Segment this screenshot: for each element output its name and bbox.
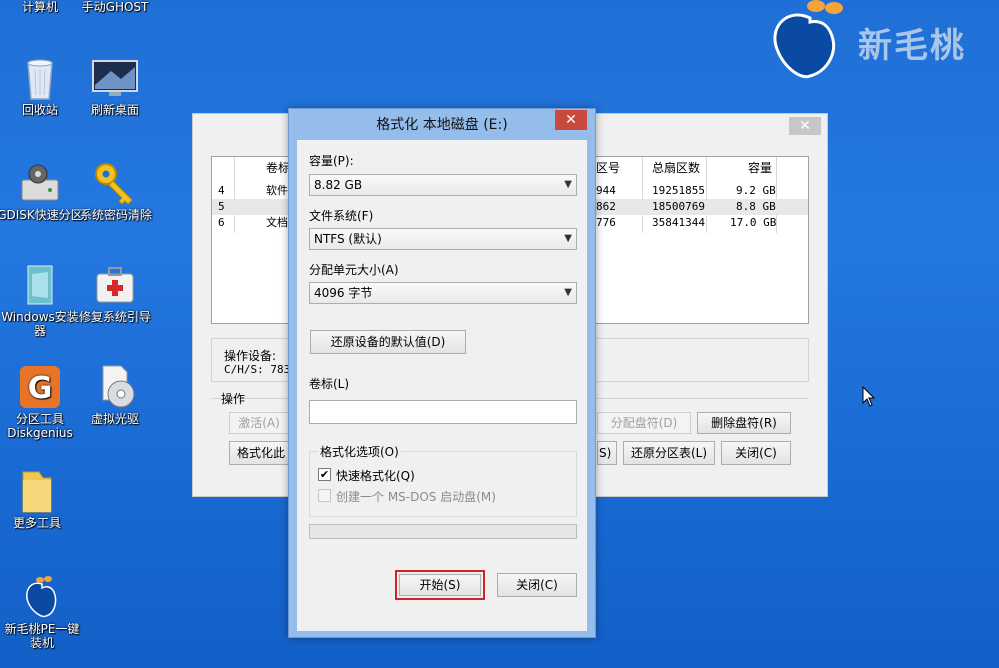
desktop-icon-label: 计算机 <box>21 0 58 14</box>
capacity-select[interactable]: 8.82 GB ▼ <box>309 174 577 196</box>
desktop-icon-gdisk[interactable]: GDISK快速分区 <box>0 160 83 222</box>
filesystem-select[interactable]: NTFS (默认) ▼ <box>309 228 577 250</box>
format-progress-bar <box>309 524 577 539</box>
restore-defaults-button[interactable]: 还原设备的默认值(D) <box>310 330 466 354</box>
row-sector: 776 <box>596 216 616 229</box>
row-total: 35841344 <box>652 216 705 229</box>
virtual-cd-icon <box>91 364 139 410</box>
row-number: 6 <box>218 216 225 229</box>
partial-button[interactable]: S) <box>597 441 617 465</box>
chevron-down-icon: ▼ <box>564 233 572 244</box>
desktop-icon-repair-boot[interactable]: 修复系统引导 <box>75 262 155 324</box>
bg-close-button[interactable]: ✕ <box>789 117 821 135</box>
key-icon <box>92 160 140 206</box>
desktop-icon-password[interactable]: 系统密码清除 <box>75 160 157 222</box>
desktop-icon-more-tools[interactable]: 更多工具 <box>0 468 77 530</box>
dialog-body: 容量(P): 8.82 GB ▼ 文件系统(F) NTFS (默认) ▼ 分配单… <box>297 140 587 631</box>
desktop-icon-virtual-drive[interactable]: 虚拟光驱 <box>75 364 155 426</box>
peach-brand-icon <box>773 0 843 79</box>
format-options-title: 格式化选项(O) <box>318 443 401 460</box>
row-size: 9.2 GB <box>736 184 776 197</box>
row-label: 文档 <box>266 216 288 229</box>
row-size: 17.0 GB <box>730 216 777 229</box>
allocation-label: 分配单元大小(A) <box>309 263 399 277</box>
row-number: 4 <box>218 184 225 197</box>
row-total: 18500769 <box>652 200 705 213</box>
desktop-icon-label: 修复系统引导 <box>78 310 151 324</box>
desktop-icon-label: 系统密码清除 <box>79 208 152 222</box>
folder-icon <box>13 468 61 514</box>
operations-label: 操作 <box>221 392 246 406</box>
format-dialog: 格式化 本地磁盘 (E:) ✕ 容量(P): 8.82 GB ▼ 文件系统(F)… <box>288 108 596 638</box>
device-label: 操作设备: <box>224 349 277 363</box>
mouse-cursor-icon <box>862 385 876 411</box>
format-partition-button[interactable]: 格式化此 <box>229 441 293 465</box>
monitor-icon <box>91 55 139 101</box>
header-volume-label[interactable]: 卷标 <box>266 157 290 179</box>
device-value: C/H/S: 7832 <box>224 363 297 376</box>
dialog-title: 格式化 本地磁盘 (E:) <box>376 117 508 133</box>
volume-label-label: 卷标(L) <box>309 377 350 391</box>
allocation-value: 4096 字节 <box>314 286 373 300</box>
desktop-icon-label: Windows安装器 <box>1 310 79 338</box>
disk-gear-icon <box>16 160 64 206</box>
row-sector: 862 <box>596 200 616 213</box>
recycle-bin-icon <box>16 55 64 101</box>
desktop-icon-label: 回收站 <box>21 103 58 117</box>
restore-partition-table-button[interactable]: 还原分区表(L) <box>623 441 715 465</box>
delete-letter-button[interactable]: 删除盘符(R) <box>697 412 791 434</box>
desktop-icon-label: 刷新桌面 <box>90 103 139 117</box>
chevron-down-icon: ▼ <box>564 287 572 298</box>
format-options-group: 格式化选项(O) ✔ 快速格式化(Q) 创建一个 MS-DOS 启动盘(M) <box>309 443 577 517</box>
desktop-icon-label: 手动GHOST <box>81 0 149 14</box>
desktop-icon-windows-installer[interactable]: Windows安装器 <box>0 262 80 338</box>
msdos-checkbox[interactable] <box>318 489 331 502</box>
brand-logo: 新毛桃 <box>770 0 995 82</box>
desktop-icon-label: 更多工具 <box>12 516 61 530</box>
quick-format-label: 快速格式化(Q) <box>336 469 415 483</box>
row-sector: 944 <box>596 184 616 197</box>
svg-text:G: G <box>28 371 53 406</box>
desktop-icon-diskgenius[interactable]: G 分区工具Diskgenius <box>0 364 82 440</box>
desktop-icon-label: GDISK快速分区 <box>0 208 83 222</box>
desktop-icon-refresh[interactable]: 刷新桌面 <box>75 55 155 117</box>
chevron-down-icon: ▼ <box>564 179 572 190</box>
desktop-icon-label: 虚拟光驱 <box>90 412 139 426</box>
volume-label-input[interactable] <box>309 400 577 424</box>
assign-letter-button[interactable]: 分配盘符(D) <box>597 412 691 434</box>
desktop-icon-ghost[interactable]: 手动GHOST <box>75 0 155 14</box>
quick-format-checkbox[interactable]: ✔ <box>318 468 331 481</box>
diskgenius-icon: G <box>16 364 64 410</box>
peach-logo-icon <box>18 574 66 620</box>
desktop-icon-label: 新毛桃PE一键装机 <box>4 622 80 650</box>
start-button[interactable]: 开始(S) <box>399 574 481 596</box>
dialog-close-button[interactable]: 关闭(C) <box>497 573 577 597</box>
brand-text: 新毛桃 <box>858 26 966 66</box>
filesystem-value: NTFS (默认) <box>314 232 382 246</box>
windows-installer-icon <box>16 262 64 308</box>
activate-button[interactable]: 激活(A) <box>229 412 289 434</box>
desktop-icon-recycle-bin[interactable]: 回收站 <box>0 55 80 117</box>
allocation-select[interactable]: 4096 字节 ▼ <box>309 282 577 304</box>
capacity-value: 8.82 GB <box>314 178 363 192</box>
first-aid-kit-icon <box>91 262 139 308</box>
filesystem-label: 文件系统(F) <box>309 209 374 223</box>
header-total-sectors[interactable]: 总扇区数 <box>652 157 700 179</box>
row-total: 19251855 <box>652 184 705 197</box>
capacity-label: 容量(P): <box>309 154 354 168</box>
row-size: 8.8 GB <box>736 200 776 213</box>
row-label: 软件 <box>266 184 288 197</box>
header-sector[interactable]: 区号 <box>596 157 620 179</box>
msdos-label: 创建一个 MS-DOS 启动盘(M) <box>336 490 496 504</box>
dialog-close-icon[interactable]: ✕ <box>555 110 587 130</box>
desktop-icon-onekey-install[interactable]: 新毛桃PE一键装机 <box>2 574 82 650</box>
desktop-icon-label: 分区工具Diskgenius <box>7 412 73 440</box>
row-number: 5 <box>218 200 225 213</box>
header-size[interactable]: 容量 <box>748 157 772 179</box>
desktop-icon-computer[interactable]: 计算机 <box>0 0 80 14</box>
bg-close-window-button[interactable]: 关闭(C) <box>721 441 791 465</box>
